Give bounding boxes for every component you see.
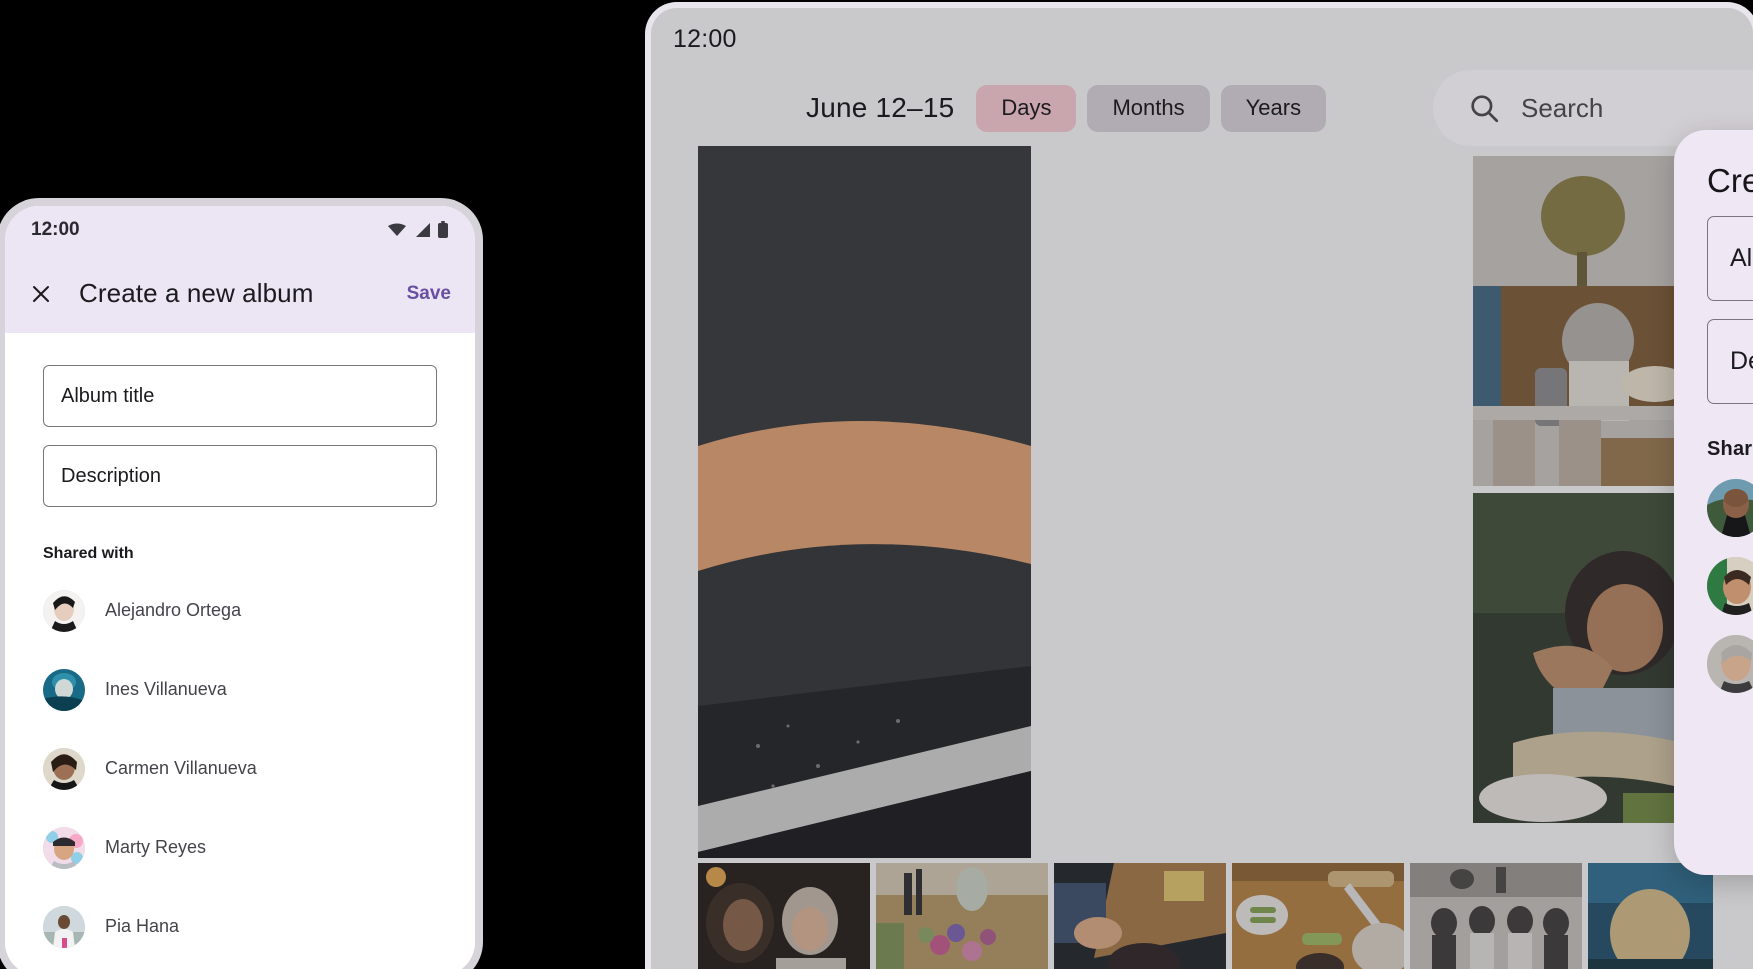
- signal-icon: [413, 222, 431, 238]
- search-icon: [1467, 91, 1501, 125]
- date-range-label: June 12–15: [806, 92, 955, 123]
- phone-status-icons: [387, 221, 449, 239]
- shared-with-people-grid: Alejandro Ortega Marty Reyes Ines Villan…: [1707, 475, 1753, 697]
- dialog-title: Create a new album: [1707, 161, 1753, 199]
- phone-app-bar: Create a new album Save: [5, 254, 475, 333]
- screenshot-root: 12:00 June 12–15 Days Months Years Searc…: [0, 0, 1753, 969]
- dialog-header: Create a new album: [1707, 130, 1753, 204]
- list-item[interactable]: Pia Hana: [43, 887, 437, 966]
- close-icon[interactable]: [29, 282, 53, 306]
- list-item[interactable]: Alejandro Ortega: [43, 571, 437, 650]
- tablet-status-bar: 12:00: [651, 8, 1753, 70]
- list-item-label: Marty Reyes: [105, 837, 207, 857]
- avatar: [43, 668, 85, 711]
- phone-device: 12:00 Create a new album Save Album titl…: [5, 206, 475, 969]
- tablet-screen: 12:00 June 12–15 Days Months Years Searc…: [651, 8, 1753, 969]
- shared-with-list: Alejandro Ortega Ines Villanueva Carmen …: [43, 571, 437, 966]
- tablet-device: 12:00 June 12–15 Days Months Years Searc…: [651, 8, 1753, 969]
- battery-icon: [437, 221, 449, 239]
- person-row[interactable]: Alejandro Ortega: [1707, 475, 1753, 541]
- page-title: Create a new album: [79, 278, 314, 308]
- phone-content: Album title Description Shared with Alej…: [5, 333, 475, 969]
- list-item-label: Alejandro Ortega: [105, 600, 242, 620]
- avatar: [1707, 635, 1753, 693]
- shared-with-label: Shared with: [1707, 438, 1753, 460]
- wifi-icon: [387, 222, 407, 238]
- avatar: [1707, 479, 1753, 537]
- avatar: [43, 747, 85, 790]
- person-row[interactable]: Carmen Villanueva: [1707, 631, 1753, 697]
- avatar: [43, 589, 85, 632]
- album-title-input[interactable]: Album title: [43, 365, 437, 427]
- description-input[interactable]: Description: [1707, 319, 1753, 404]
- dialog-scrim: [651, 8, 1753, 969]
- description-placeholder: Description: [1730, 347, 1753, 375]
- chip-years-label: Years: [1245, 95, 1302, 120]
- album-title-placeholder: Album title: [1730, 244, 1753, 272]
- album-title-placeholder: Album title: [61, 384, 155, 407]
- person-row[interactable]: Ines Villanueva: [1707, 553, 1753, 619]
- chip-years[interactable]: Years: [1220, 84, 1327, 132]
- phone-clock: 12:00: [31, 219, 80, 240]
- list-item[interactable]: Carmen Villanueva: [43, 729, 437, 808]
- list-item-label: Pia Hana: [105, 916, 180, 936]
- phone-status-bar: 12:00: [5, 206, 475, 254]
- time-scale-chip-group: Days Months Years: [976, 84, 1327, 132]
- chip-days-label: Days: [1001, 95, 1052, 120]
- chip-months-label: Months: [1112, 95, 1185, 120]
- list-item[interactable]: Ines Villanueva: [43, 650, 437, 729]
- shared-with-label: Shared with: [43, 545, 134, 562]
- album-title-input[interactable]: Album title: [1707, 216, 1753, 301]
- avatar: [43, 826, 85, 869]
- search-placeholder: Search: [1521, 92, 1604, 123]
- list-item-label: Carmen Villanueva: [105, 758, 257, 778]
- chip-days[interactable]: Days: [976, 84, 1077, 132]
- avatar: [1707, 557, 1753, 615]
- avatar: [43, 905, 85, 948]
- tablet-clock: 12:00: [673, 24, 737, 53]
- description-placeholder: Description: [61, 464, 162, 487]
- chip-months[interactable]: Months: [1087, 84, 1210, 132]
- create-album-dialog: Create a new album Album title Descripti…: [1674, 130, 1753, 875]
- list-item-label: Ines Villanueva: [105, 679, 227, 699]
- list-item[interactable]: Marty Reyes: [43, 808, 437, 887]
- save-button[interactable]: Save: [407, 283, 451, 305]
- description-input[interactable]: Description: [43, 445, 437, 507]
